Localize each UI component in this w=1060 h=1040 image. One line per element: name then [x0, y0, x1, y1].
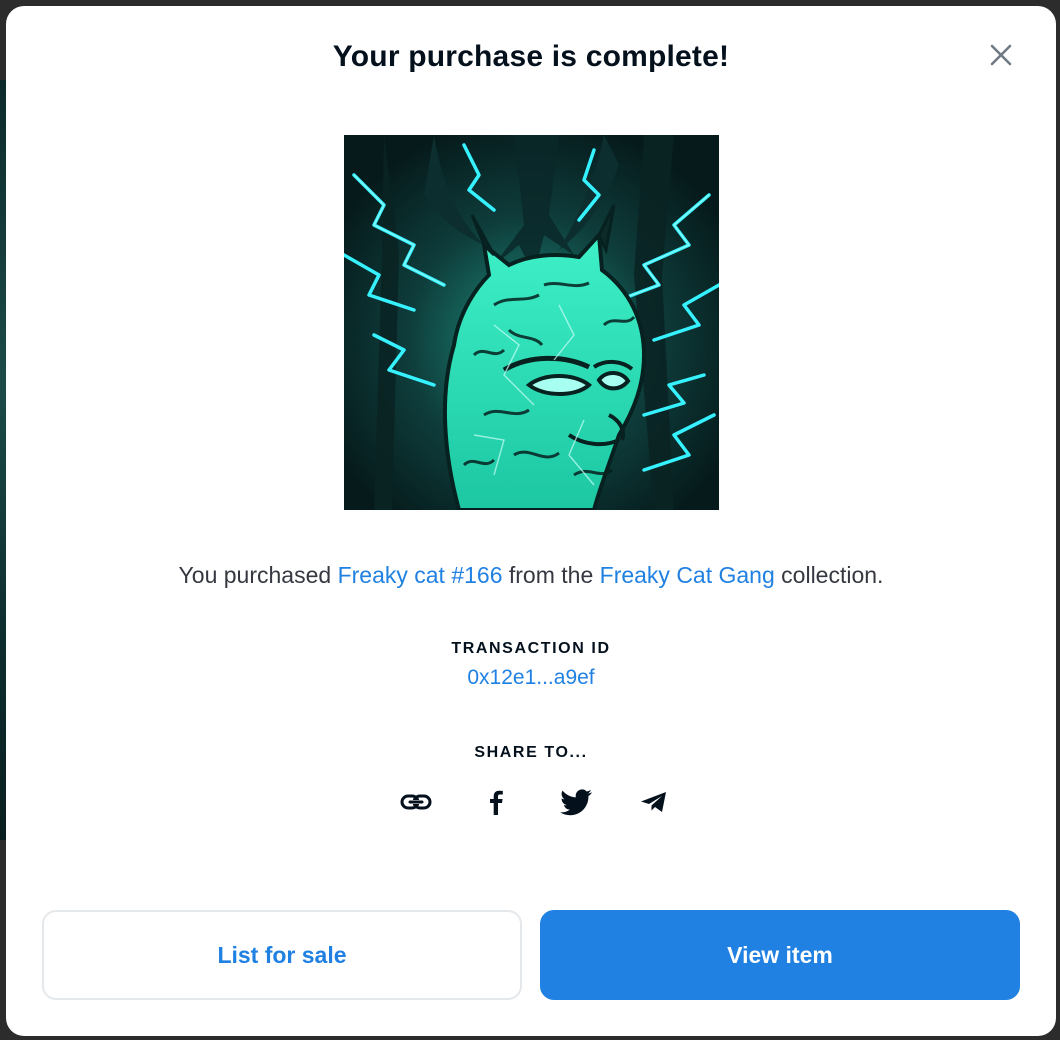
- close-button[interactable]: [984, 38, 1018, 72]
- modal-title: Your purchase is complete!: [332, 40, 730, 73]
- purchase-summary: You purchased Freaky cat #166 from the F…: [6, 562, 1056, 589]
- collection-name-link[interactable]: Freaky Cat Gang: [600, 562, 775, 588]
- share-link-button[interactable]: [398, 784, 434, 820]
- telegram-icon: [641, 792, 666, 812]
- purchase-text-middle: from the: [502, 562, 600, 588]
- link-icon: [400, 794, 432, 810]
- nft-artwork-icon: [344, 135, 719, 510]
- share-telegram-button[interactable]: [636, 784, 672, 820]
- item-name-link[interactable]: Freaky cat #166: [338, 562, 503, 588]
- transaction-id-container: 0x12e1...a9ef: [6, 666, 1056, 690]
- share-label: SHARE TO...: [474, 744, 588, 761]
- transaction-id-label: TRANSACTION ID: [451, 640, 611, 657]
- share-buttons: [392, 784, 672, 820]
- list-for-sale-button[interactable]: List for sale: [42, 910, 522, 1000]
- share-twitter-button[interactable]: [558, 784, 594, 820]
- facebook-icon: [490, 790, 503, 815]
- transaction-id-link[interactable]: 0x12e1...a9ef: [467, 666, 594, 689]
- view-item-button[interactable]: View item: [540, 910, 1020, 1000]
- share-facebook-button[interactable]: [478, 784, 514, 820]
- purchase-complete-modal: Your purchase is complete! You purchased…: [6, 6, 1056, 1036]
- twitter-icon: [560, 789, 592, 816]
- list-for-sale-label: List for sale: [217, 941, 347, 968]
- view-item-label: View item: [727, 941, 833, 968]
- purchase-text-suffix: collection.: [774, 562, 884, 588]
- purchase-text-prefix: You purchased: [178, 562, 338, 588]
- nft-image[interactable]: [344, 135, 719, 510]
- close-icon: [990, 44, 1012, 66]
